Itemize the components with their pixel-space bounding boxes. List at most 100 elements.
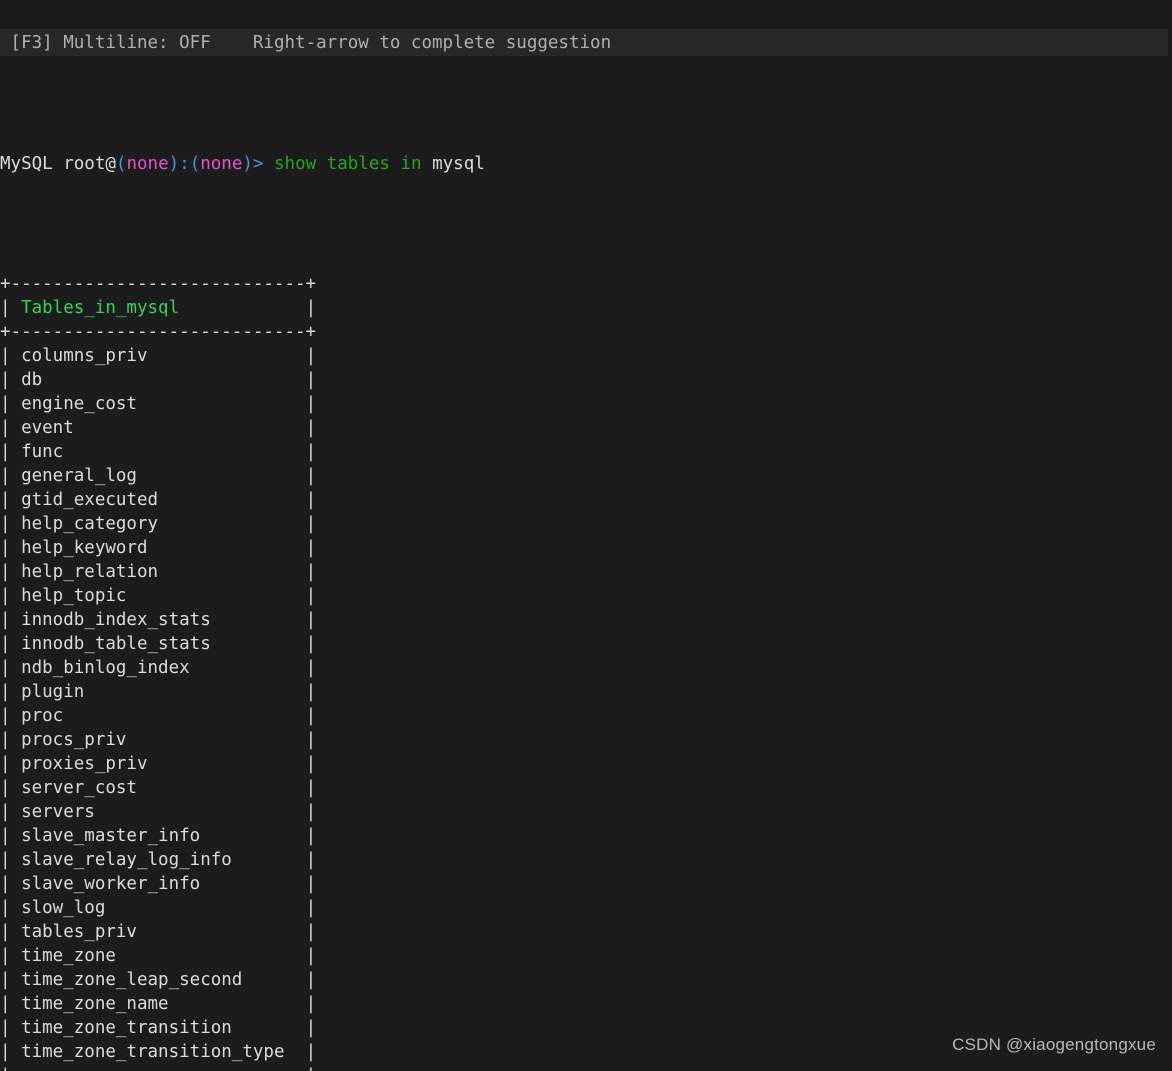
query-keyword-show: show <box>274 154 317 174</box>
table-left-pipe: | <box>0 1042 22 1062</box>
table-cell-table-name: proc <box>21 706 306 726</box>
table-cell-table-name: procs_priv <box>21 730 306 750</box>
table-cell-table-name: engine_cost <box>21 394 306 414</box>
prompt-client: MySQL <box>0 154 53 174</box>
table-cell-table-name: slave_master_info <box>21 826 306 846</box>
table-cell-table-name: servers <box>21 802 306 822</box>
prompt-paren-colon: ):( <box>168 154 201 174</box>
table-right-pipe: | <box>305 418 317 438</box>
table-right-pipe: | <box>305 658 317 678</box>
table-right-pipe: | <box>305 1042 317 1062</box>
table-left-pipe: | <box>0 514 22 534</box>
table-left-pipe: | <box>0 730 22 750</box>
table-row: | slave_relay_log_info | <box>0 848 1172 872</box>
statusbar-left-pad <box>0 31 11 55</box>
table-row: | gtid_executed | <box>0 488 1172 512</box>
table-left-pipe: | <box>0 682 22 702</box>
table-left-pipe: | <box>0 298 22 318</box>
table-row: | innodb_table_stats | <box>0 632 1172 656</box>
table-right-pipe: | <box>305 394 317 414</box>
table-right-pipe: | <box>305 586 317 606</box>
table-row: | innodb_index_stats | <box>0 608 1172 632</box>
table-row: | help_keyword | <box>0 536 1172 560</box>
table-row: | time_zone_leap_second | <box>0 968 1172 992</box>
table-left-pipe: | <box>0 850 22 870</box>
table-right-pipe: | <box>305 466 317 486</box>
table-right-pipe: | <box>305 682 317 702</box>
table-cell-table-name: plugin <box>21 682 306 702</box>
table-left-pipe: | <box>0 826 22 846</box>
table-row: | help_category | <box>0 512 1172 536</box>
table-row: | ndb_binlog_index | <box>0 656 1172 680</box>
table-row: | tables_priv | <box>0 920 1172 944</box>
table-row: | proxies_priv | <box>0 752 1172 776</box>
table-cell-table-name: help_relation <box>21 562 306 582</box>
table-row: | server_cost | <box>0 776 1172 800</box>
table-right-pipe: | <box>305 994 317 1014</box>
table-right-pipe: | <box>305 802 317 822</box>
table-cell-table-name: server_cost <box>21 778 306 798</box>
table-cell-table-name: slave_worker_info <box>21 874 306 894</box>
prompt-db-left: none <box>126 154 169 174</box>
table-row: | time_zone | <box>0 944 1172 968</box>
table-left-pipe: | <box>0 874 22 894</box>
table-row: | event | <box>0 416 1172 440</box>
table-row: | help_topic | <box>0 584 1172 608</box>
table-right-pipe: | <box>305 898 317 918</box>
table-row: | servers | <box>0 800 1172 824</box>
table-column-header: Tables_in_mysql <box>21 298 306 318</box>
csdn-watermark: CSDN @xiaogengtongxue <box>952 1035 1156 1054</box>
table-cell-table-name: columns_priv <box>21 346 306 366</box>
table-border-header: +----------------------------+ <box>0 320 1172 344</box>
table-cell-table-name: help_category <box>21 514 306 534</box>
table-header-row: | Tables_in_mysql | <box>0 296 1172 320</box>
table-row: | db | <box>0 368 1172 392</box>
table-right-pipe: | <box>305 754 317 774</box>
table-left-pipe: | <box>0 346 22 366</box>
terminal-screen: MySQL root@(none):(none)> show tables in… <box>0 56 1172 1071</box>
table-cell-table-name: innodb_table_stats <box>21 634 306 654</box>
table-left-pipe: | <box>0 802 22 822</box>
table-row: | general_log | <box>0 464 1172 488</box>
table-cell-table-name: func <box>21 442 306 462</box>
table-cell-table-name: db <box>21 370 306 390</box>
table-left-pipe: | <box>0 466 22 486</box>
table-left-pipe: | <box>0 586 22 606</box>
table-right-pipe: | <box>305 346 317 366</box>
command-line: MySQL root@(none):(none)> show tables in… <box>0 152 1172 176</box>
table-left-pipe: | <box>0 1018 22 1038</box>
table-left-pipe: | <box>0 610 22 630</box>
table-row: | slow_log | <box>0 896 1172 920</box>
query-space-2 <box>390 154 401 174</box>
query-keyword-in: in <box>400 154 422 174</box>
multiline-toggle-label[interactable]: [F3] Multiline: OFF <box>11 31 211 55</box>
table-right-pipe: | <box>305 490 317 510</box>
table-cell-table-name: help_keyword <box>21 538 306 558</box>
table-row: | engine_cost | <box>0 392 1172 416</box>
table-cell-table-name: time_zone_name <box>21 994 306 1014</box>
table-left-pipe: | <box>0 394 22 414</box>
table-row: | slave_master_info | <box>0 824 1172 848</box>
table-right-pipe: | <box>305 1018 317 1038</box>
table-left-pipe: | <box>0 946 22 966</box>
table-row: | proc | <box>0 704 1172 728</box>
table-row: | procs_priv | <box>0 728 1172 752</box>
table-cell-table-name: ndb_binlog_index <box>21 658 306 678</box>
table-right-pipe: | <box>305 562 317 582</box>
table-left-pipe: | <box>0 778 22 798</box>
table-right-pipe: | <box>305 730 317 750</box>
table-cell-table-name: innodb_index_stats <box>21 610 306 630</box>
statusbar-gap <box>211 31 253 55</box>
table-right-pipe: | <box>305 874 317 894</box>
query-space-1 <box>316 154 327 174</box>
table-left-pipe: | <box>0 994 22 1014</box>
table-row: | user | <box>0 1064 1172 1071</box>
table-left-pipe: | <box>0 922 22 942</box>
table-left-pipe: | <box>0 658 22 678</box>
table-right-pipe: | <box>305 370 317 390</box>
table-border-rule: +----------------------------+ <box>0 322 317 342</box>
table-row: | func | <box>0 440 1172 464</box>
suggestion-hint-label: Right-arrow to complete suggestion <box>252 32 612 53</box>
terminal-window: [F3] Multiline: OFF Right-arrow to compl… <box>0 0 1172 1071</box>
